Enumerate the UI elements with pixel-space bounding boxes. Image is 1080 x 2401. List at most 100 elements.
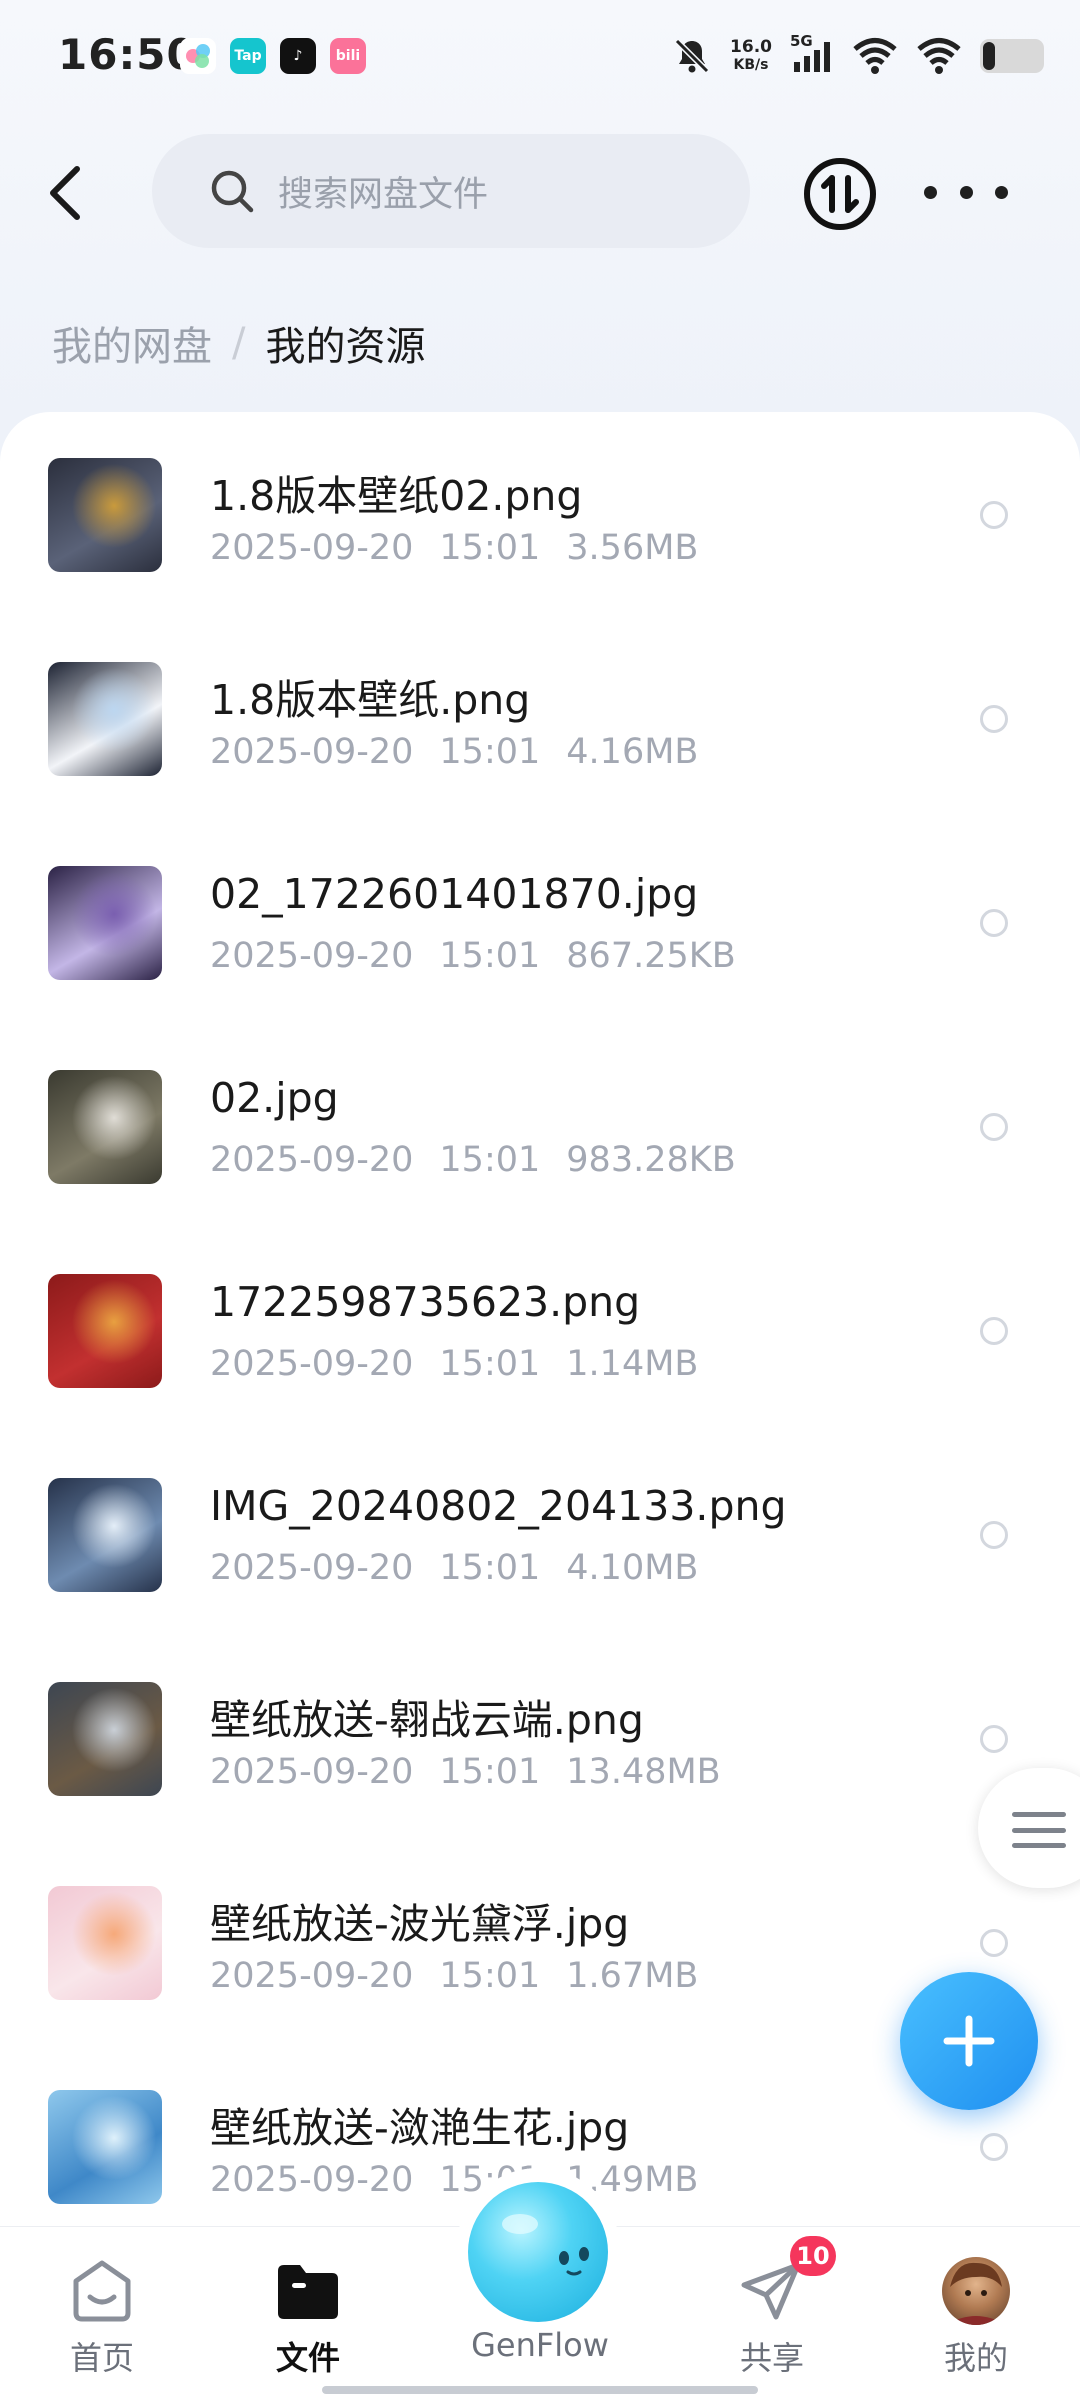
file-thumbnail [48, 1478, 162, 1592]
home-indicator [322, 2386, 758, 2394]
wifi-icon-secondary [917, 38, 961, 74]
file-name: 02_1722601401870.jpg [210, 870, 699, 918]
taptap-icon: Tap [230, 38, 266, 74]
file-time: 15:01 [439, 528, 541, 568]
file-thumbnail [48, 1070, 162, 1184]
dot-icon [959, 185, 973, 199]
more-options-button[interactable] [924, 170, 1008, 214]
select-checkbox[interactable] [980, 501, 1008, 529]
search-placeholder: 搜索网盘文件 [278, 174, 489, 215]
home-icon [68, 2257, 136, 2325]
select-checkbox[interactable] [980, 1725, 1008, 1753]
select-checkbox[interactable] [980, 1929, 1008, 1957]
nav-files[interactable]: 文件 [238, 2257, 378, 2379]
file-row[interactable]: 1.8版本壁纸02.png 2025-09-20 15:01 3.56MB [0, 412, 1080, 616]
file-size: 4.10MB [566, 1548, 699, 1588]
file-date: 2025-09-20 [210, 936, 414, 976]
file-name: IMG_20240802_204133.png [210, 1482, 787, 1530]
file-name: 1.8版本壁纸02.png [210, 472, 583, 520]
file-time: 15:01 [439, 1752, 541, 1792]
file-thumbnail [48, 866, 162, 980]
select-checkbox[interactable] [980, 1113, 1008, 1141]
file-size: 1.67MB [566, 1956, 699, 1996]
avatar [942, 2257, 1010, 2325]
nav-genflow-label: GenFlow [471, 2326, 609, 2364]
multicolor-app-icon [180, 38, 216, 74]
select-checkbox[interactable] [980, 2133, 1008, 2161]
file-date: 2025-09-20 [210, 1344, 414, 1384]
transfer-button[interactable] [802, 156, 878, 232]
mute-bell-icon [674, 38, 710, 74]
file-row[interactable]: 1722598735623.png 2025-09-20 15:01 1.14MB [0, 1228, 1080, 1432]
file-meta: 2025-09-20 15:01 983.28KB [210, 1140, 762, 1180]
genflow-face-icon [502, 2214, 589, 2276]
file-row[interactable]: 壁纸放送-翱战云端.png 2025-09-20 15:01 13.48MB [0, 1636, 1080, 1840]
file-row[interactable]: 02.jpg 2025-09-20 15:01 983.28KB [0, 1024, 1080, 1228]
file-thumbnail [48, 1886, 162, 2000]
file-date: 2025-09-20 [210, 1956, 414, 1996]
transfer-icon [804, 158, 876, 230]
file-meta: 2025-09-20 15:01 3.56MB [210, 528, 724, 568]
select-checkbox[interactable] [980, 705, 1008, 733]
search-input[interactable]: 搜索网盘文件 [152, 134, 750, 248]
tiktok-icon: ♪ [280, 38, 316, 74]
back-button[interactable] [40, 158, 90, 228]
breadcrumb-root[interactable]: 我的网盘 [52, 314, 212, 372]
file-date: 2025-09-20 [210, 1548, 414, 1588]
file-meta: 2025-09-20 15:01 13.48MB [210, 1752, 747, 1792]
breadcrumb-current: 我的资源 [265, 324, 426, 370]
plus-icon [943, 2015, 995, 2067]
file-time: 15:01 [439, 1140, 541, 1180]
file-name: 1722598735623.png [210, 1278, 641, 1326]
file-size: 4.16MB [566, 732, 699, 772]
nav-share-label: 共享 [739, 2339, 804, 2377]
file-date: 2025-09-20 [210, 732, 414, 772]
file-thumbnail [48, 1274, 162, 1388]
file-time: 15:01 [439, 1548, 541, 1588]
file-date: 2025-09-20 [210, 2160, 414, 2200]
file-name: 壁纸放送-潋滟生花.jpg [210, 2104, 630, 2152]
notification-app-icons: Tap ♪ bili [180, 38, 366, 74]
file-row[interactable]: 1.8版本壁纸.png 2025-09-20 15:01 4.16MB [0, 616, 1080, 820]
select-checkbox[interactable] [980, 1521, 1008, 1549]
search-icon [211, 170, 254, 213]
share-badge: 10 [790, 2236, 836, 2276]
nav-mine[interactable]: 我的 [906, 2257, 1046, 2379]
nav-mine-label: 我的 [943, 2339, 1008, 2377]
folder-icon [274, 2257, 342, 2325]
file-size: 867.25KB [566, 936, 736, 976]
select-checkbox[interactable] [980, 909, 1008, 937]
file-size: 3.56MB [566, 528, 699, 568]
status-bar: 16:50 Tap ♪ bili 16.0 KB/s 5G [0, 0, 1080, 116]
nav-home[interactable]: 首页 [32, 2257, 172, 2379]
dot-icon [924, 185, 937, 199]
file-thumbnail [48, 1682, 162, 1796]
file-name: 壁纸放送-翱战云端.png [210, 1696, 644, 1744]
file-date: 2025-09-20 [210, 1752, 414, 1792]
nav-files-label: 文件 [275, 2339, 340, 2377]
nav-home-label: 首页 [69, 2339, 134, 2377]
bilibili-icon: bili [330, 38, 366, 74]
select-checkbox[interactable] [980, 1317, 1008, 1345]
file-date: 2025-09-20 [210, 1140, 414, 1180]
net-speed-value: 16.0 [730, 37, 772, 57]
file-thumbnail [48, 2090, 162, 2204]
file-name: 1.8版本壁纸.png [210, 676, 531, 724]
file-time: 15:01 [439, 1956, 541, 1996]
file-size: 13.48MB [566, 1752, 721, 1792]
file-row[interactable]: IMG_20240802_204133.png 2025-09-20 15:01 4… [0, 1432, 1080, 1636]
net-speed-unit: KB/s [733, 57, 769, 73]
file-meta: 2025-09-20 15:01 4.10MB [210, 1548, 724, 1588]
file-time: 15:01 [439, 1344, 541, 1384]
file-meta: 2025-09-20 15:01 867.25KB [210, 936, 762, 976]
dot-icon [995, 185, 1008, 199]
add-button[interactable] [900, 1972, 1038, 2110]
wifi-icon [853, 38, 897, 74]
file-row[interactable]: 02_1722601401870.jpg 2025-09-20 15:01 867.… [0, 820, 1080, 1024]
net-speed: 16.0 KB/s [730, 38, 772, 74]
file-name: 壁纸放送-波光黛浮.jpg [210, 1900, 630, 1948]
genflow-button[interactable] [468, 2182, 608, 2322]
breadcrumb-separator: / [232, 320, 246, 366]
file-thumbnail [48, 458, 162, 572]
file-thumbnail [48, 662, 162, 776]
